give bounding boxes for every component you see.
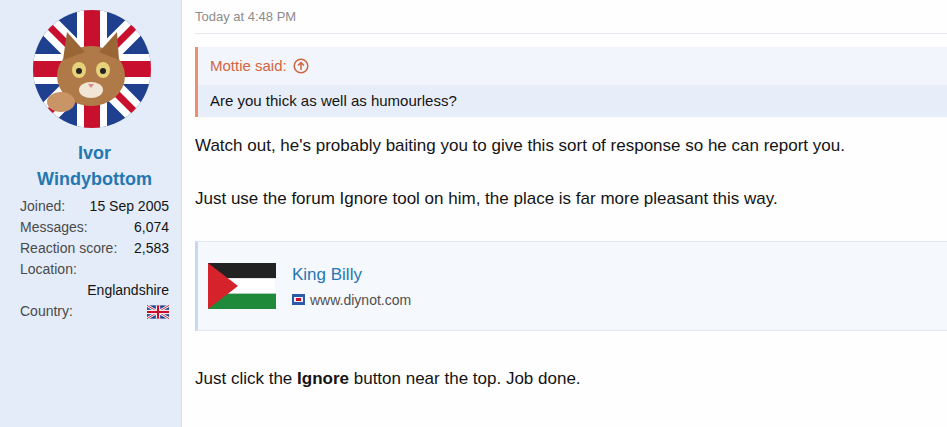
stat-label: Joined:: [20, 196, 65, 217]
post-paragraph: Just use the forum Ignore tool on him, t…: [195, 187, 947, 211]
username[interactable]: Ivor Windybottom: [30, 140, 160, 192]
quote-block: Mottie said: Are you thick as well as hum…: [195, 47, 947, 117]
user-stat: Joined: 15 Sep 2005: [20, 196, 169, 217]
stat-label: Location:: [20, 259, 169, 280]
user-stat: Location:Englandshire: [20, 259, 169, 301]
text-segment: button near the top. Job done.: [349, 369, 581, 388]
post-body: Today at 4:48 PM Mottie said: Are you thic…: [182, 0, 947, 427]
quote-header[interactable]: Mottie said:: [198, 47, 947, 85]
quote-text: Are you thick as well as humourless?: [198, 85, 947, 117]
stat-value: 2,583: [134, 238, 169, 259]
cat-avatar-icon[interactable]: [33, 10, 151, 128]
user-stat: Country:: [20, 301, 169, 322]
uk-flag-icon: [147, 305, 169, 319]
site-favicon-icon: [292, 294, 305, 305]
user-stat: Reaction score: 2,583: [20, 238, 169, 259]
embed-body: King Billy www.diynot.com: [292, 263, 411, 310]
palestine-flag-icon: [208, 263, 276, 309]
link-embed[interactable]: King Billy www.diynot.com: [195, 241, 947, 331]
stat-label: Country:: [20, 301, 73, 322]
quote-author[interactable]: Mottie said:: [210, 57, 287, 75]
stat-value: 6,074: [134, 217, 169, 238]
post-time[interactable]: Today at 4:48 PM: [195, 6, 947, 28]
text-segment: Ignore: [297, 369, 349, 388]
jump-up-icon[interactable]: [293, 58, 309, 74]
post-paragraph: Watch out, he's probably baiting you to …: [195, 134, 947, 158]
stat-label: Reaction score:: [20, 238, 117, 259]
text-segment: Watch out, he's probably baiting you to …: [195, 136, 845, 155]
embed-title[interactable]: King Billy: [292, 263, 411, 287]
text-segment: Just use the forum Ignore tool on him, t…: [195, 189, 778, 208]
user-stat: Messages: 6,074: [20, 217, 169, 238]
stat-label: Messages:: [20, 217, 88, 238]
user-sidebar: Ivor Windybottom Joined: 15 Sep 2005Messag…: [0, 0, 182, 427]
stat-value: 15 Sep 2005: [90, 196, 169, 217]
embed-site: www.diynot.com: [292, 290, 411, 310]
user-stats: Joined:15 Sep 2005Messages:6,074Reaction…: [20, 196, 169, 322]
stat-value: Englandshire: [20, 280, 169, 301]
header-divider: [195, 33, 947, 34]
text-segment: Just click the: [195, 369, 297, 388]
forum-post: Ivor Windybottom Joined: 15 Sep 2005Messag…: [0, 0, 947, 427]
closing-paragraph: Just click the Ignore button near the to…: [195, 367, 947, 391]
